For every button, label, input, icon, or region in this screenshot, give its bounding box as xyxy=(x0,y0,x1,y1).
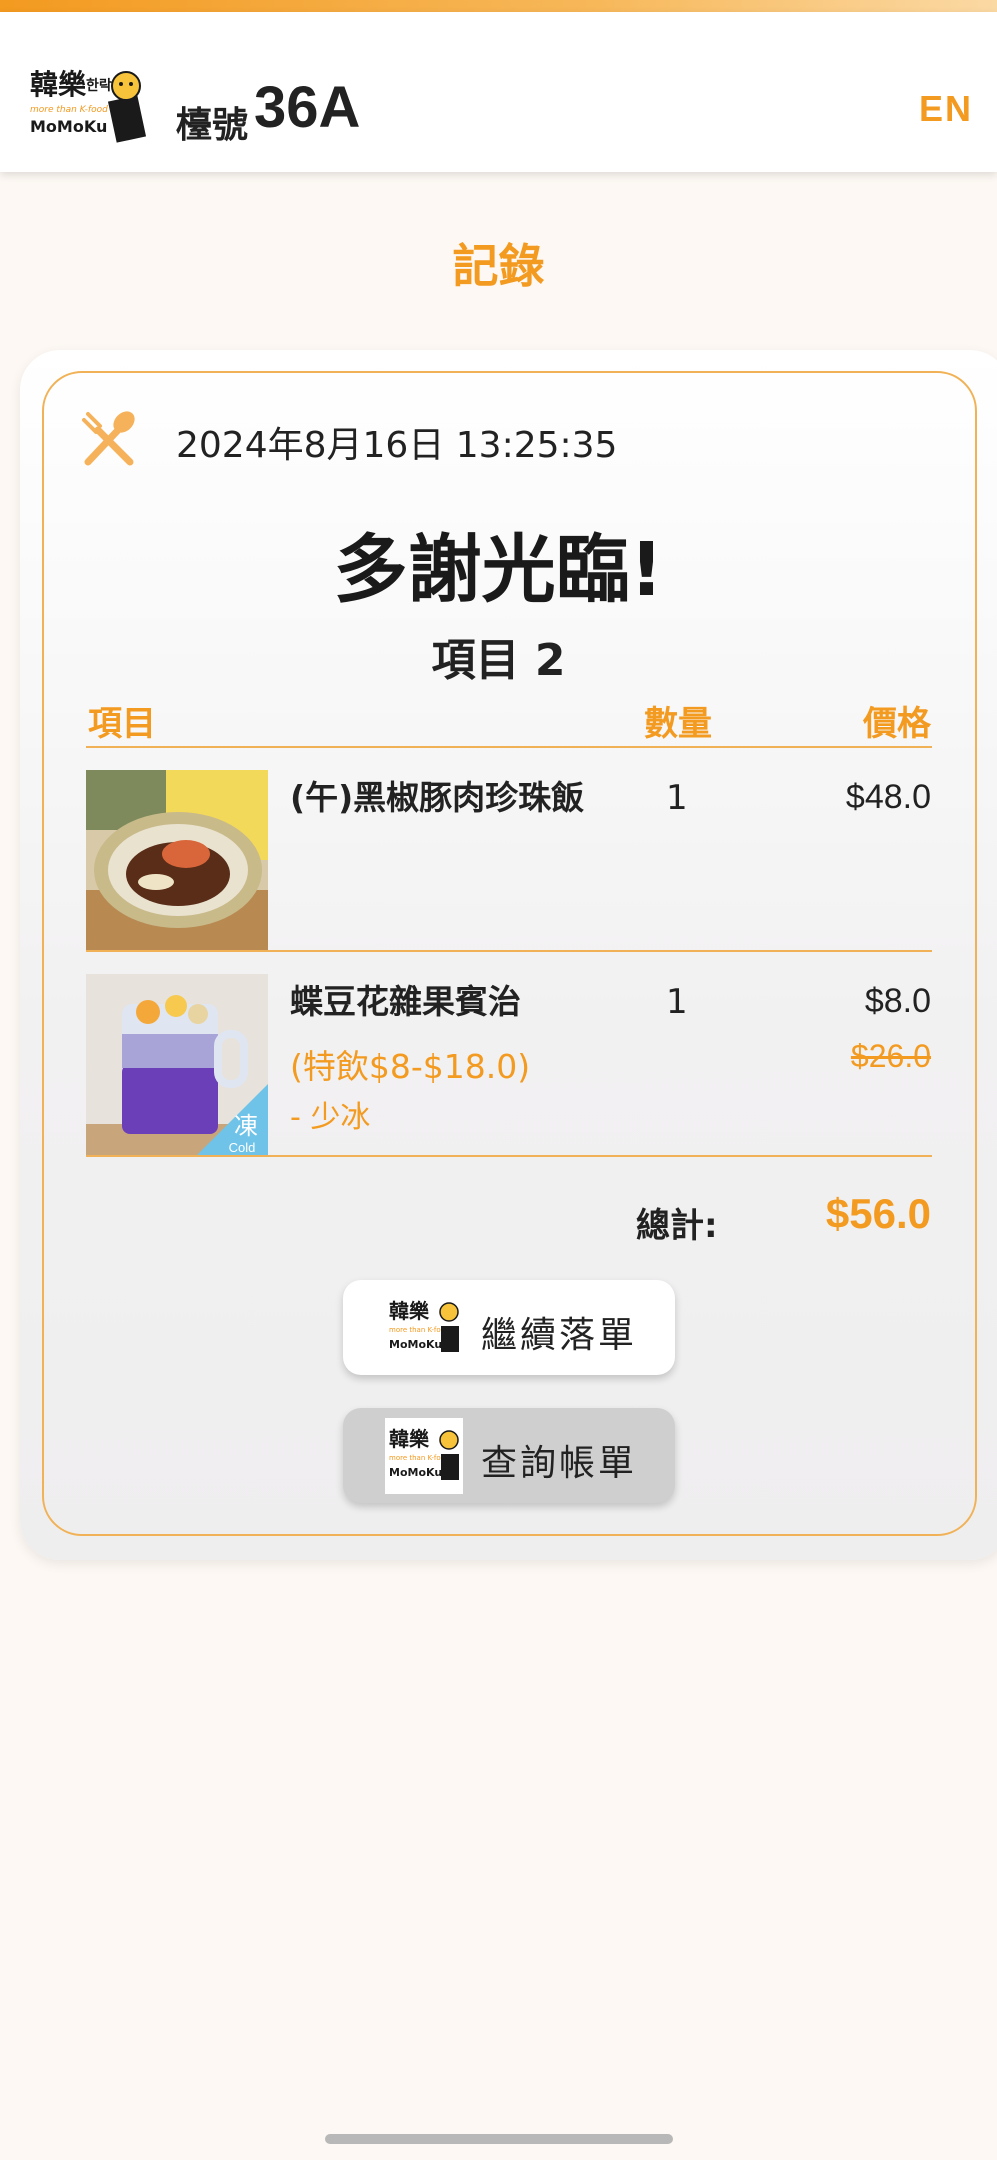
item-price: $48.0 xyxy=(845,778,931,816)
continue-order-button[interactable]: 韓樂 more than K-food MoMoKu 繼續落單 xyxy=(343,1280,675,1375)
language-toggle[interactable]: EN xyxy=(919,88,973,130)
pork-rice-image xyxy=(86,770,268,952)
item-qty: 1 xyxy=(666,778,688,818)
continue-order-label: 繼續落單 xyxy=(481,1315,638,1356)
butterfly-pea-punch-image: 凍 Cold xyxy=(86,974,268,1156)
svg-text:韓樂: 韓樂 xyxy=(389,1299,430,1323)
cold-badge-sub: Cold xyxy=(229,1140,256,1155)
items-count: 項目 2 xyxy=(431,635,566,686)
svg-text:한락: 한락 xyxy=(86,78,112,94)
row-divider xyxy=(86,950,932,952)
order-datetime: 2024年8月16日 13:25:35 xyxy=(176,425,618,466)
page-title: 記錄 xyxy=(452,239,545,293)
row-divider xyxy=(86,1155,932,1157)
item-original-price: $26.0 xyxy=(850,1038,931,1074)
column-header-qty: 數量 xyxy=(644,704,712,744)
item-note: - 少冰 xyxy=(290,1100,371,1135)
momoku-logo-icon: 韓樂 more than K-food MoMoKu xyxy=(385,1418,463,1494)
app-header: 韓樂 한락 more than K-food MoMoKu 檯號 36A EN xyxy=(0,12,997,172)
total-value: $56.0 xyxy=(825,1190,931,1237)
item-option: (特飲$8-$18.0) xyxy=(290,1047,531,1086)
column-header-item: 項目 xyxy=(88,704,156,744)
svg-text:MoMoKu: MoMoKu xyxy=(389,1338,442,1351)
view-bill-label: 查詢帳單 xyxy=(481,1443,638,1484)
item-name: 蝶豆花雜果賓治 xyxy=(290,982,521,1021)
svg-text:MoMoKu: MoMoKu xyxy=(389,1466,442,1479)
column-header-price: 價格 xyxy=(863,704,931,744)
svg-text:韓樂: 韓樂 xyxy=(389,1427,430,1451)
header-divider xyxy=(86,746,932,748)
item-name: (午)黑椒豚肉珍珠飯 xyxy=(290,778,585,817)
view-bill-button[interactable]: 韓樂 more than K-food MoMoKu 查詢帳單 xyxy=(343,1408,675,1503)
item-qty: 1 xyxy=(666,982,688,1022)
svg-text:韓樂: 韓樂 xyxy=(30,68,87,101)
momoku-logo-icon: 韓樂 more than K-food MoMoKu xyxy=(385,1290,463,1366)
table-label: 檯號 xyxy=(176,105,249,146)
svg-text:more than K-food: more than K-food xyxy=(30,105,108,115)
table-number: 36A xyxy=(254,75,361,140)
utensils-icon xyxy=(82,411,135,466)
top-accent-bar xyxy=(0,0,997,12)
svg-text:more than K-food: more than K-food xyxy=(389,1326,449,1334)
cold-badge-main: 凍 xyxy=(234,1112,258,1140)
item-price: $8.0 xyxy=(864,982,931,1020)
total-label: 總計: xyxy=(636,1206,718,1246)
svg-text:MoMoKu: MoMoKu xyxy=(30,117,107,136)
thank-you-message: 多謝光臨! xyxy=(333,527,664,613)
home-indicator[interactable] xyxy=(325,2134,673,2144)
svg-text:more than K-food: more than K-food xyxy=(389,1454,449,1462)
momoku-logo: 韓樂 한락 more than K-food MoMoKu xyxy=(30,68,147,143)
